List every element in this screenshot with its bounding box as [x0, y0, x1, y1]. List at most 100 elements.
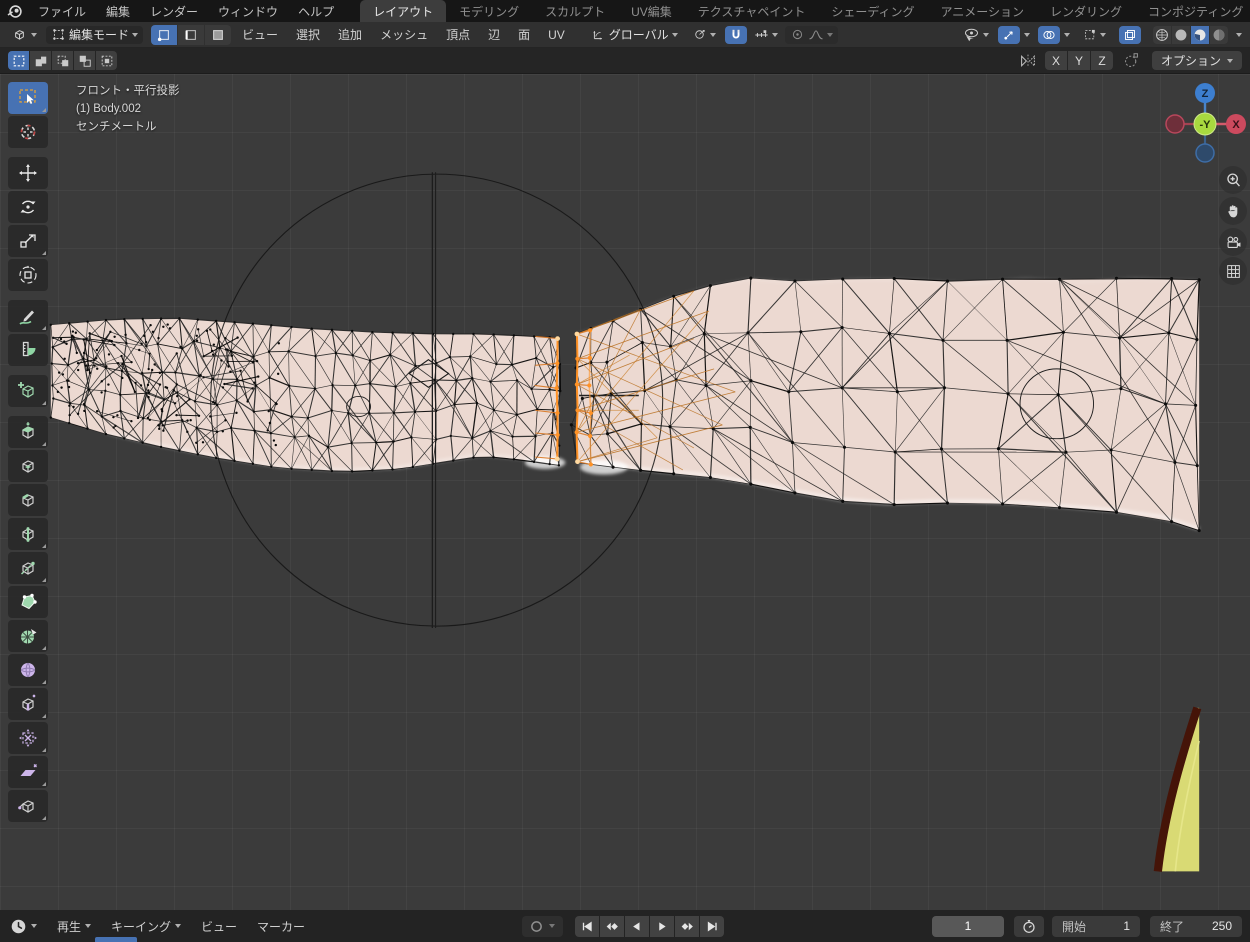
tab-modeling[interactable]: モデリング — [446, 0, 532, 22]
menu-add[interactable]: 追加 — [331, 26, 369, 43]
timeline-playhead[interactable] — [95, 937, 137, 942]
play-reverse-button[interactable] — [625, 916, 649, 937]
tool-rotate[interactable] — [8, 191, 48, 223]
menu-file[interactable]: ファイル — [28, 3, 96, 20]
select-mode-edge-button[interactable] — [178, 25, 204, 45]
blender-logo-icon[interactable] — [6, 2, 24, 20]
camera-view-icon[interactable] — [1219, 228, 1247, 256]
tool-scale[interactable] — [8, 225, 48, 257]
use-preview-range-button[interactable] — [1014, 916, 1044, 937]
tool-edge-slide[interactable] — [8, 688, 48, 720]
menu-render[interactable]: レンダー — [140, 3, 208, 20]
current-frame-field[interactable]: 1 — [932, 916, 1004, 937]
editor-type-button[interactable] — [6, 26, 42, 44]
tool-knife[interactable] — [8, 552, 48, 584]
tab-texture-paint[interactable]: テクスチャペイント — [685, 0, 819, 22]
shading-material-preview-button[interactable] — [1191, 26, 1209, 44]
menu-mesh[interactable]: メッシュ — [373, 26, 435, 43]
menu-vertex[interactable]: 頂点 — [439, 26, 477, 43]
view-menu[interactable]: ビュー — [193, 918, 245, 935]
next-keyframe-button[interactable] — [675, 916, 699, 937]
snap-target-dropdown[interactable] — [687, 26, 721, 44]
tool-transform[interactable] — [8, 259, 48, 291]
marker-menu[interactable]: マーカー — [249, 918, 313, 935]
shading-solid-button[interactable] — [1172, 26, 1190, 44]
shading-settings-dropdown[interactable] — [1236, 33, 1242, 37]
tool-poly-build[interactable] — [8, 586, 48, 618]
tool-move[interactable] — [8, 157, 48, 189]
menu-uv[interactable]: UV — [541, 28, 572, 42]
tool-extrude-region[interactable] — [8, 416, 48, 448]
mirror-z-button[interactable]: Z — [1091, 51, 1113, 70]
object-type-visibility-dropdown[interactable] — [958, 26, 994, 44]
menu-help[interactable]: ヘルプ — [288, 3, 344, 20]
tool-select-box[interactable] — [8, 82, 48, 114]
jump-start-button[interactable] — [575, 916, 599, 937]
zoom-icon[interactable] — [1219, 166, 1247, 194]
tool-cursor[interactable] — [8, 116, 48, 148]
menu-edge[interactable]: 辺 — [481, 26, 507, 43]
tool-smooth[interactable] — [8, 654, 48, 686]
tool-shrink-fatten[interactable] — [8, 722, 48, 754]
tool-loop-cut[interactable] — [8, 518, 48, 550]
shading-wireframe-button[interactable] — [1153, 26, 1171, 44]
tool-annotate[interactable] — [8, 300, 48, 332]
snap-settings-dropdown[interactable] — [751, 26, 781, 44]
select-mode-extend-button[interactable] — [30, 51, 51, 70]
snap-toggle-button[interactable] — [725, 26, 747, 44]
snap-symmetry-icon[interactable] — [1123, 52, 1140, 69]
mirror-x-button[interactable]: X — [1045, 51, 1067, 70]
playback-menu[interactable]: 再生 — [49, 918, 99, 935]
proportional-falloff-dropdown[interactable] — [808, 28, 833, 41]
tab-compositing[interactable]: コンポジティング — [1135, 0, 1250, 22]
frame-end-field[interactable]: 終了 250 — [1150, 916, 1242, 937]
tool-add-cube[interactable] — [8, 375, 48, 407]
gizmos-dropdown[interactable] — [1078, 26, 1111, 44]
menu-view[interactable]: ビュー — [235, 26, 285, 43]
xray-toggle[interactable] — [1119, 26, 1141, 44]
select-mode-invert-button[interactable] — [74, 51, 95, 70]
tab-rendering[interactable]: レンダリング — [1037, 0, 1135, 22]
options-dropdown[interactable]: オプション — [1152, 51, 1242, 70]
tool-bevel[interactable] — [8, 484, 48, 516]
transform-orientation-dropdown[interactable]: グローバル — [586, 26, 683, 44]
tool-shear[interactable] — [8, 756, 48, 788]
tab-shading[interactable]: シェーディング — [818, 0, 927, 22]
menu-select[interactable]: 選択 — [289, 26, 327, 43]
tab-layout[interactable]: レイアウト — [360, 0, 446, 22]
tool-measure[interactable] — [8, 334, 48, 366]
overlays-settings-dropdown[interactable] — [1064, 33, 1070, 37]
pan-hand-icon[interactable] — [1219, 197, 1247, 225]
play-button[interactable] — [650, 916, 674, 937]
select-mode-vertex-button[interactable] — [151, 25, 177, 45]
gizmo-settings-dropdown[interactable] — [1024, 33, 1030, 37]
select-mode-intersect-button[interactable] — [96, 51, 117, 70]
menu-face[interactable]: 面 — [511, 26, 537, 43]
show-gizmo-toggle[interactable] — [998, 26, 1020, 44]
tool-inset-faces[interactable] — [8, 450, 48, 482]
3d-viewport[interactable]: フロント・平行投影 (1) Body.002 センチメートル Z X -Y — [0, 74, 1250, 910]
auto-keying-record-button[interactable] — [530, 920, 543, 933]
tool-spin[interactable] — [8, 620, 48, 652]
select-mode-subtract-button[interactable] — [52, 51, 73, 70]
prev-keyframe-button[interactable] — [600, 916, 624, 937]
tab-sculpting[interactable]: スカルプト — [532, 0, 618, 22]
tool-rip-region[interactable] — [8, 790, 48, 822]
timeline-editor-type-button[interactable] — [8, 918, 45, 935]
navigation-gizmo[interactable]: Z X -Y — [1163, 82, 1247, 166]
select-mode-new-button[interactable] — [8, 51, 29, 70]
keying-menu[interactable]: キーイング — [103, 918, 189, 935]
tab-uv-editing[interactable]: UV編集 — [618, 0, 685, 22]
mode-select-dropdown[interactable]: 編集モード — [46, 26, 143, 44]
frame-start-field[interactable]: 開始 1 — [1052, 916, 1140, 937]
mirror-y-button[interactable]: Y — [1068, 51, 1090, 70]
mesh-canvas[interactable] — [0, 74, 1250, 910]
jump-end-button[interactable] — [700, 916, 724, 937]
tab-animation[interactable]: アニメーション — [928, 0, 1038, 22]
menu-window[interactable]: ウィンドウ — [208, 3, 288, 20]
shading-rendered-button[interactable] — [1210, 26, 1228, 44]
menu-edit[interactable]: 編集 — [96, 3, 140, 20]
proportional-edit-button[interactable] — [790, 27, 805, 42]
select-mode-face-button[interactable] — [205, 25, 231, 45]
ortho-grid-icon[interactable] — [1219, 257, 1247, 285]
